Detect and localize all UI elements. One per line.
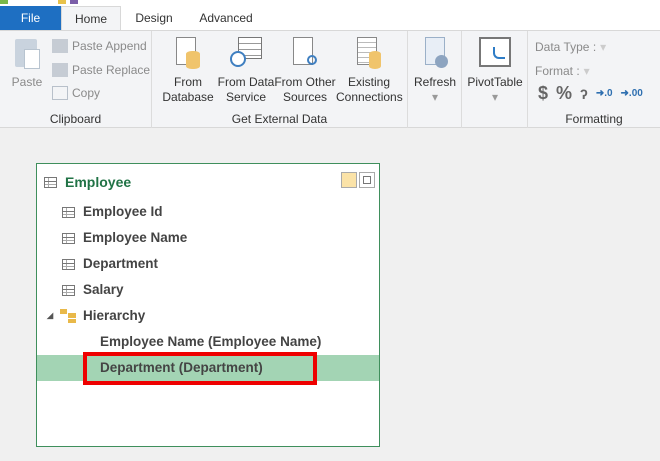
ribbon-tabs: File Home Design Advanced [0,6,660,31]
column-icon [62,207,75,218]
clipboard-label: Clipboard [49,112,102,126]
from-database-button[interactable]: From Database [156,37,220,105]
tab-home[interactable]: Home [61,6,121,31]
table-icon [44,177,57,188]
refresh-group: Refresh ▾ [408,31,462,128]
refresh-button[interactable]: Refresh ▾ [412,37,458,105]
tab-file[interactable]: File [0,6,61,30]
clipboard-group: Paste Paste Append Paste Replace Copy Cl… [0,31,152,128]
hierarchy-node[interactable]: ◢ Hierarchy [37,303,379,329]
maximize-icon[interactable] [359,172,375,188]
comma-button[interactable]: ʔ [580,86,588,102]
from-data-service-button[interactable]: From Data Service [216,37,276,105]
existing-connections-icon [353,37,385,71]
collapse-triangle-icon[interactable]: ◢ [47,303,53,329]
format-dropdown[interactable]: Format : ▾ [535,64,590,78]
other-sources-icon [289,37,321,71]
column-icon [62,259,75,270]
currency-button[interactable]: $ [538,83,548,104]
table-title: Employee [65,174,132,190]
column-employee-name[interactable]: Employee Name [37,225,379,251]
hierarchy-icon [60,309,76,323]
external-data-label: Get External Data [231,112,328,126]
data-service-icon [230,37,262,71]
existing-connections-button[interactable]: Existing Connections [336,37,403,105]
external-data-group: From Database From Data Service From Other… [152,31,408,128]
copy-icon [52,86,68,100]
column-icon [62,233,75,244]
paste-replace-button[interactable]: Paste Replace [52,63,150,77]
from-other-sources-button[interactable]: From Other Sources [274,37,336,105]
ribbon: Paste Paste Append Paste Replace Copy Cl… [0,30,660,128]
decrease-decimal-icon[interactable]: ➜.00 [621,88,643,99]
column-salary[interactable]: Salary [37,277,379,303]
percent-button[interactable]: % [556,83,572,104]
paste-icon [11,37,43,71]
employee-table-card[interactable]: Employee Employee Id Employee Name Depar… [36,163,380,447]
paste-button[interactable]: Paste [8,37,46,90]
column-employee-id[interactable]: Employee Id [37,199,379,225]
paste-append-icon [52,39,68,53]
highlight-box [83,352,317,385]
formatting-label: Formatting [565,112,623,126]
pivottable-icon [479,37,511,71]
copy-button[interactable]: Copy [52,86,100,100]
column-department[interactable]: Department [37,251,379,277]
pivottable-button[interactable]: PivotTable ▾ [464,37,526,105]
paste-replace-icon [52,63,68,77]
column-icon [62,285,75,296]
increase-decimal-icon[interactable]: ➜.0 [596,88,613,99]
database-icon [172,37,204,71]
formatting-group: Data Type : ▾ Format : ▾ $ % ʔ ➜.0 ➜.00 Fo… [528,31,660,128]
create-hierarchy-icon[interactable] [341,172,357,188]
pivot-group: PivotTable ▾ [462,31,528,128]
data-type-dropdown[interactable]: Data Type : ▾ [535,40,606,54]
tab-design[interactable]: Design [126,6,182,30]
paste-append-button[interactable]: Paste Append [52,39,147,53]
refresh-icon [419,37,451,71]
tab-advanced[interactable]: Advanced [190,6,262,30]
